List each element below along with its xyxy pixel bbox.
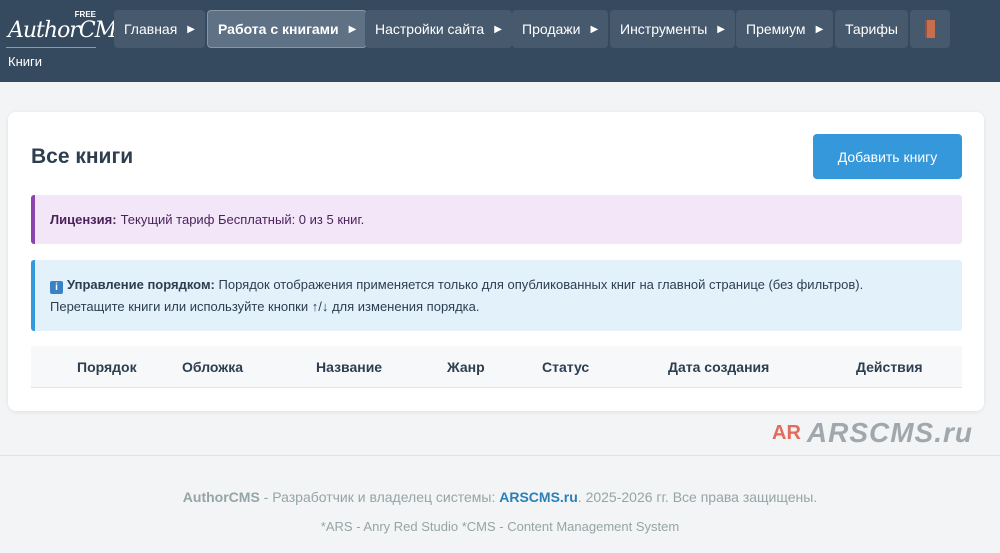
nav-tariffs-label: Тарифы (845, 21, 898, 37)
info-icon: i (50, 281, 63, 294)
logo-text: AuthorCMS (8, 18, 131, 43)
nav-tariffs[interactable]: Тарифы (835, 10, 908, 48)
logo-free-badge: FREE (74, 10, 96, 19)
nav-tools[interactable]: Инструменты ▶ (610, 10, 735, 48)
logo-divider (6, 47, 96, 48)
info-text-2: Перетащите книги или используйте кнопки … (50, 299, 480, 314)
column-cover[interactable]: Обложка (182, 346, 243, 388)
authorcms-logo[interactable]: AuthorCMS FREE (8, 10, 131, 48)
footer-rights-text: . 2025-2026 гг. Все права защищены. (577, 489, 818, 505)
books-table-header: Порядок Обложка Название Жанр Статус Дат… (31, 346, 962, 388)
book-icon (925, 20, 935, 38)
license-text: Текущий тариф Бесплатный: 0 из 5 книг. (120, 212, 365, 227)
arscms-watermark: AR ARSCMS.ru (772, 417, 973, 449)
nav-premium[interactable]: Премиум ▶ (736, 10, 834, 48)
info-line-1: i Управление порядком: Порядок отображени… (50, 274, 947, 296)
nav-sales[interactable]: Продажи ▶ (512, 10, 609, 48)
arrow-right-icon: ▶ (348, 23, 357, 35)
footer-arscms-link[interactable]: ARSCMS.ru (499, 489, 578, 505)
column-status[interactable]: Статус (542, 346, 589, 388)
info-text-1: Порядок отображения применяется только д… (218, 277, 864, 292)
nav-books-label: Работа с книгами (218, 21, 339, 37)
arrow-right-icon: ▶ (815, 23, 824, 35)
top-navigation-bar: AuthorCMS FREE Книги Главная ▶ Работа с … (0, 0, 1000, 82)
info-label: Управление порядком: (67, 277, 215, 292)
column-order[interactable]: Порядок (77, 346, 137, 388)
footer-divider (0, 455, 1000, 456)
column-created-date[interactable]: Дата создания (668, 346, 769, 388)
nav-site-settings[interactable]: Настройки сайта ▶ (365, 10, 512, 48)
order-info-alert: i Управление порядком: Порядок отображени… (31, 260, 962, 331)
page-subtitle: Книги (8, 54, 43, 69)
column-actions: Действия (856, 359, 923, 375)
nav-tools-label: Инструменты (620, 21, 708, 37)
footer-copyright: AuthorCMS - Разработчик и владелец систе… (0, 489, 1000, 505)
book-menu-button[interactable] (910, 10, 950, 48)
nav-books[interactable]: Работа с книгами ▶ (207, 10, 368, 48)
column-genre[interactable]: Жанр (447, 346, 485, 388)
column-title[interactable]: Название (316, 346, 382, 388)
footer-abbreviations: *ARS - Anry Red Studio *CMS - Content Ma… (320, 519, 680, 534)
watermark-text: ARSCMS.ru (806, 417, 974, 448)
add-book-button[interactable]: Добавить книгу (813, 134, 962, 179)
books-card: Все книги Добавить книгу Лицензия: Текущ… (8, 112, 984, 411)
nav-premium-label: Премиум (746, 21, 806, 37)
nav-home[interactable]: Главная ▶ (114, 10, 205, 48)
license-alert: Лицензия: Текущий тариф Бесплатный: 0 из… (31, 195, 962, 244)
page-title: Все книги (31, 145, 134, 168)
arrow-right-icon: ▶ (590, 23, 599, 35)
nav-home-label: Главная (124, 21, 178, 37)
nav-sales-label: Продажи (522, 21, 581, 37)
footer-brand: AuthorCMS (182, 489, 260, 505)
arrow-right-icon: ▶ (717, 23, 725, 35)
arrow-right-icon: ▶ (494, 23, 502, 35)
footer-mid-text: - Разработчик и владелец системы: (259, 489, 500, 505)
ars-logo-icon: AR (772, 421, 801, 444)
nav-site-settings-label: Настройки сайта (375, 21, 485, 37)
arrow-right-icon: ▶ (187, 23, 195, 35)
license-label: Лицензия: (50, 212, 117, 227)
